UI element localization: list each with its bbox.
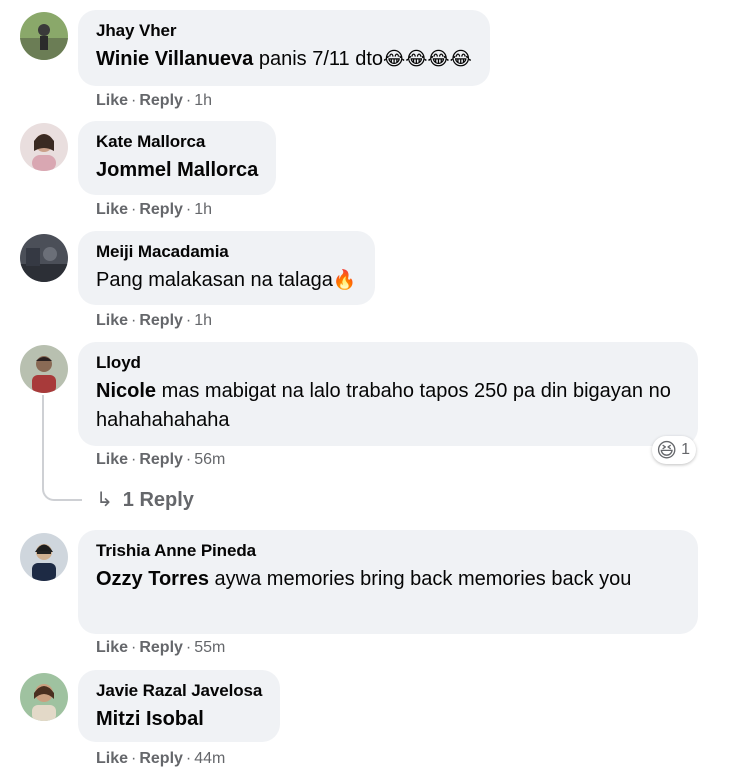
comment-body: panis 7/11 dto <box>253 48 384 70</box>
like-button[interactable]: Like <box>96 92 128 109</box>
avatar[interactable] <box>20 533 68 581</box>
like-button[interactable]: Like <box>96 201 128 218</box>
comment-actions: Like · Reply · 44m <box>96 749 225 769</box>
like-button[interactable]: Like <box>96 639 128 656</box>
timestamp[interactable]: 55m <box>194 639 225 656</box>
fire-emoji-icon: 🔥 <box>332 269 357 291</box>
laughing-emoji-icon: 😂😂😂😂 <box>383 48 472 70</box>
comment-bubble: Jhay Vher Winie Villanueva panis 7/11 dt… <box>78 10 490 86</box>
comment-actions: Like · Reply · 1h <box>96 311 212 331</box>
reply-button[interactable]: Reply <box>139 92 183 109</box>
separator: · <box>185 201 192 218</box>
separator: · <box>131 312 137 329</box>
like-button[interactable]: Like <box>96 451 128 468</box>
comment-author[interactable]: Lloyd <box>96 352 680 374</box>
thread-connector <box>42 395 82 501</box>
separator: · <box>185 750 192 767</box>
avatar[interactable] <box>20 345 68 393</box>
reply-arrow-icon: ↳ <box>96 487 113 511</box>
like-button[interactable]: Like <box>96 312 128 329</box>
avatar[interactable] <box>20 234 68 282</box>
separator: · <box>131 201 137 218</box>
timestamp[interactable]: 1h <box>194 92 212 109</box>
separator: · <box>131 639 137 656</box>
mention-link[interactable]: Mitzi Isobal <box>96 708 204 730</box>
reply-button[interactable]: Reply <box>139 639 183 656</box>
mention-link[interactable]: Ozzy Torres <box>96 568 209 590</box>
timestamp[interactable]: 1h <box>194 312 212 329</box>
separator: · <box>185 451 192 468</box>
comment-bubble: Kate Mallorca Jommel Mallorca <box>78 121 277 195</box>
reply-button[interactable]: Reply <box>139 451 183 468</box>
comment-actions: Like · Reply · 55m <box>96 638 225 658</box>
separator: · <box>185 312 192 329</box>
timestamp[interactable]: 1h <box>194 201 212 218</box>
comment-author[interactable]: Jhay Vher <box>96 20 472 42</box>
separator: · <box>131 451 137 468</box>
comment-body: Pang malakasan na talaga <box>96 269 333 291</box>
avatar[interactable] <box>20 673 68 721</box>
separator: · <box>131 92 137 109</box>
like-button[interactable]: Like <box>96 750 128 767</box>
reaction-count: 1 <box>681 441 690 458</box>
mention-link[interactable]: Jommel Mallorca <box>96 159 258 181</box>
mention-link[interactable]: Winie Villanueva <box>96 48 253 70</box>
comment-bubble: Meiji Macadamia Pang malakasan na talaga… <box>78 231 375 305</box>
avatar[interactable] <box>20 12 68 60</box>
separator: · <box>131 750 137 767</box>
view-replies-button[interactable]: ↳ 1 Reply <box>96 486 194 513</box>
separator: · <box>185 639 192 656</box>
comment-body: mas mabigat na lalo trabaho tapos 250 pa… <box>96 380 671 431</box>
comment-bubble: Javie Razal Javelosa Mitzi Isobal <box>78 670 281 742</box>
comment-text: Pang malakasan na talaga🔥 <box>96 266 357 295</box>
comment-body: aywa memories bring back memories back y… <box>209 568 632 590</box>
replies-label: 1 Reply <box>122 489 194 511</box>
reply-button[interactable]: Reply <box>139 750 183 767</box>
reply-button[interactable]: Reply <box>139 312 183 329</box>
comment-author[interactable]: Kate Mallorca <box>96 131 258 153</box>
comment-author[interactable]: Meiji Macadamia <box>96 241 357 263</box>
mention-link[interactable]: Nicole <box>96 380 156 402</box>
reply-button[interactable]: Reply <box>139 201 183 218</box>
timestamp[interactable]: 56m <box>194 451 225 468</box>
comment-text: Mitzi Isobal <box>96 705 262 734</box>
comment-bubble: Lloyd Nicole mas mabigat na lalo trabaho… <box>78 342 698 446</box>
comment-author[interactable]: Trishia Anne Pineda <box>96 540 680 562</box>
comment-actions: Like · Reply · 56m <box>96 450 225 470</box>
comment-author[interactable]: Javie Razal Javelosa <box>96 680 262 702</box>
avatar[interactable] <box>20 123 68 171</box>
comment-text: Ozzy Torres aywa memories bring back mem… <box>96 565 680 594</box>
comment-text: Jommel Mallorca <box>96 156 258 185</box>
reaction-summary[interactable]: 😆 1 <box>652 436 696 464</box>
comment-actions: Like · Reply · 1h <box>96 91 212 111</box>
comment-actions: Like · Reply · 1h <box>96 200 212 220</box>
comment-text: Nicole mas mabigat na lalo trabaho tapos… <box>96 377 680 435</box>
timestamp[interactable]: 44m <box>194 750 225 767</box>
separator: · <box>185 92 192 109</box>
comment-bubble: Trishia Anne Pineda Ozzy Torres aywa mem… <box>78 530 698 634</box>
comment-text: Winie Villanueva panis 7/11 dto😂😂😂😂 <box>96 45 472 74</box>
laughing-emoji-icon: 😆 <box>656 438 678 462</box>
